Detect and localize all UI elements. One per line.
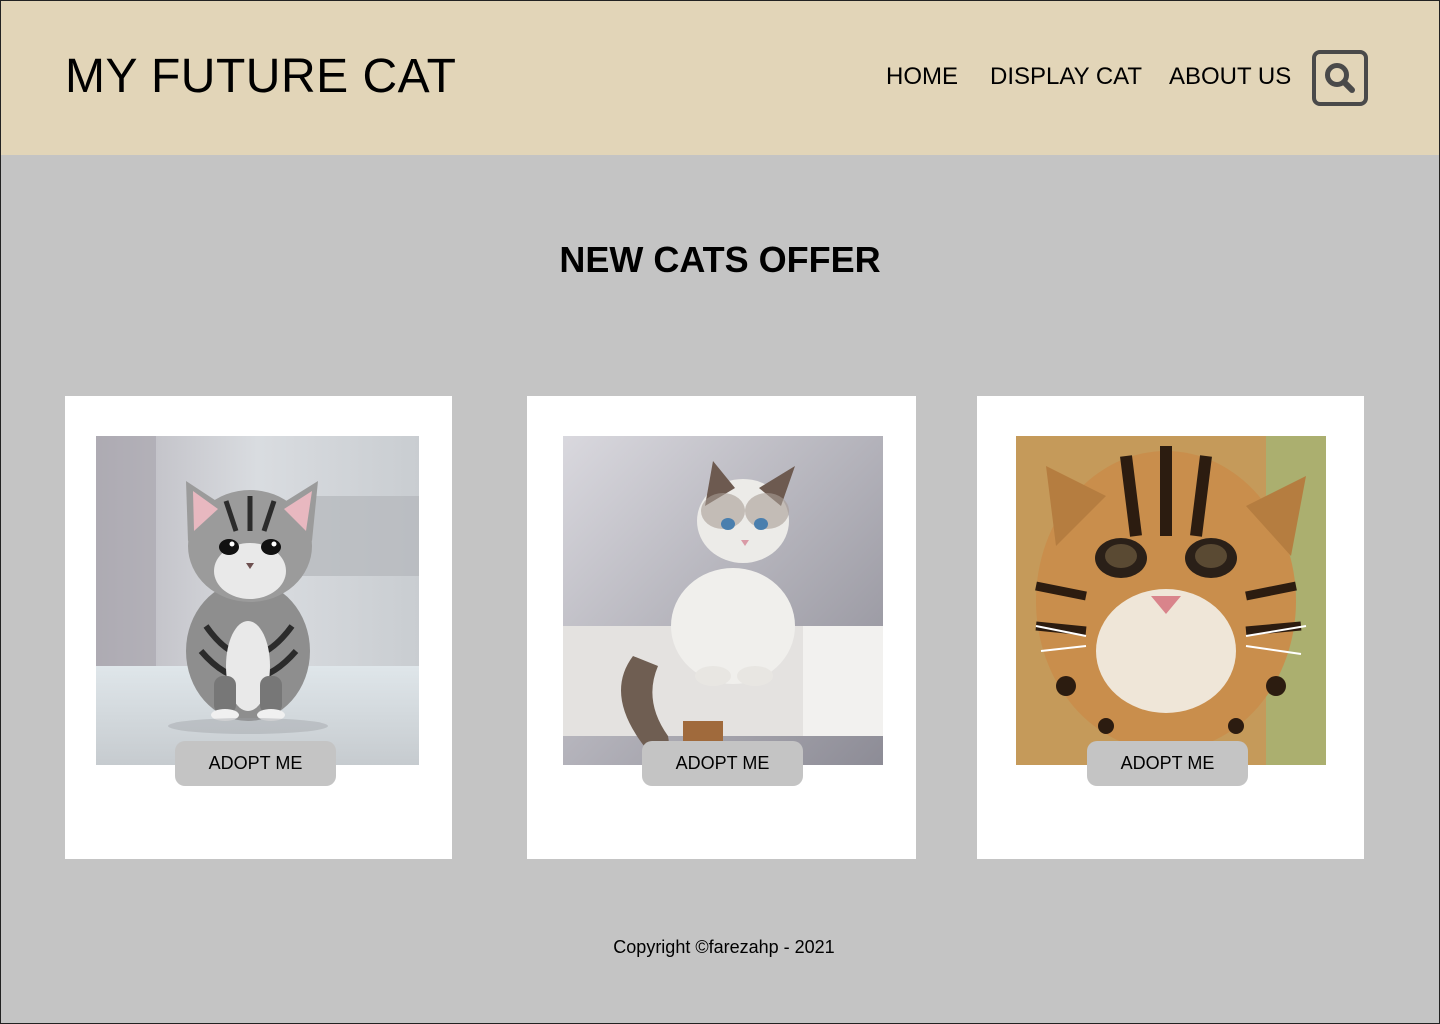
- page: MY FUTURE CAT HOME DISPLAY CAT ABOUT US …: [0, 0, 1440, 1024]
- cat-card: ADOPT ME: [527, 396, 916, 859]
- adopt-me-button[interactable]: ADOPT ME: [642, 741, 803, 786]
- cat-photo: [563, 436, 883, 765]
- nav-about-us-link[interactable]: ABOUT US: [1169, 63, 1291, 91]
- nav-display-cat-link[interactable]: DISPLAY CAT: [990, 63, 1142, 91]
- cat-card: ADOPT ME: [977, 396, 1364, 859]
- adopt-me-button[interactable]: ADOPT ME: [1087, 741, 1248, 786]
- nav-home-link[interactable]: HOME: [886, 63, 958, 91]
- site-header: MY FUTURE CAT HOME DISPLAY CAT ABOUT US: [1, 1, 1439, 155]
- search-icon: [1325, 63, 1355, 93]
- footer-copyright: Copyright ©farezahp - 2021: [613, 937, 835, 957]
- search-button[interactable]: [1312, 50, 1368, 106]
- cat-photo: [1016, 436, 1326, 765]
- adopt-me-button[interactable]: ADOPT ME: [175, 741, 336, 786]
- section-title: NEW CATS OFFER: [559, 239, 881, 280]
- cat-photo: [96, 436, 419, 765]
- site-logo[interactable]: MY FUTURE CAT: [65, 49, 456, 104]
- cat-card: ADOPT ME: [65, 396, 452, 859]
